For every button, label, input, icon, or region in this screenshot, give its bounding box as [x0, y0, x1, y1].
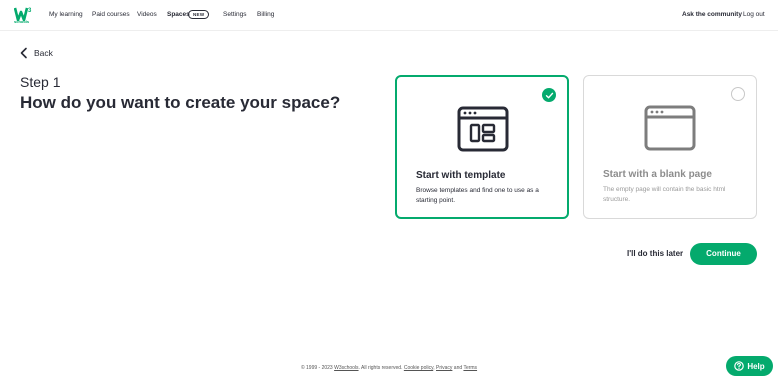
rights-text: . All rights reserved.: [358, 365, 404, 371]
logout-link[interactable]: Log out: [743, 11, 765, 18]
nav-paid-courses[interactable]: Paid courses: [92, 11, 130, 18]
nav-spaces[interactable]: Spaces: [167, 11, 190, 18]
svg-text:3: 3: [28, 8, 32, 14]
checkmark-icon: [542, 88, 556, 102]
option-blank-card[interactable]: Start with a blank page The empty page w…: [583, 75, 757, 219]
logo-wordmark: schools: [14, 19, 30, 24]
nav-my-learning[interactable]: My learning: [49, 11, 83, 18]
do-later-link[interactable]: I'll do this later: [627, 249, 683, 258]
cookie-policy-link[interactable]: Cookie policy: [404, 365, 433, 371]
nav-billing[interactable]: Billing: [257, 11, 274, 18]
footer-and: and: [452, 365, 464, 371]
nav-videos[interactable]: Videos: [137, 11, 157, 18]
terms-link[interactable]: Terms: [463, 365, 477, 371]
ask-community-link[interactable]: Ask the community: [682, 11, 742, 18]
continue-button[interactable]: Continue: [690, 243, 757, 265]
blank-page-icon: [644, 105, 696, 151]
back-button[interactable]: Back: [19, 47, 53, 59]
option-blank-title: Start with a blank page: [603, 169, 712, 180]
chevron-left-icon: [20, 47, 27, 59]
option-template-card[interactable]: Start with template Browse templates and…: [395, 75, 569, 219]
page-title: How do you want to create your space?: [20, 93, 341, 112]
top-navigation: 3 schools My learning Paid courses Video…: [0, 0, 778, 31]
step-label: Step 1: [20, 74, 61, 90]
back-label: Back: [34, 48, 53, 58]
help-button[interactable]: Help: [726, 356, 773, 376]
footer: © 1999 - 2023 W3schools. All rights rese…: [0, 365, 778, 371]
help-label: Help: [747, 361, 765, 371]
radio-unchecked-icon: [731, 87, 745, 101]
template-layout-icon: [457, 106, 509, 152]
copyright-text: © 1999 - 2023: [300, 365, 335, 371]
option-blank-description: The empty page will contain the basic ht…: [603, 186, 726, 203]
w3schools-link[interactable]: W3schools: [334, 365, 358, 371]
help-question-icon: [734, 361, 745, 371]
nav-settings[interactable]: Settings: [223, 11, 247, 18]
new-badge: NEW: [188, 10, 210, 19]
privacy-link[interactable]: Privacy: [436, 365, 452, 371]
option-template-description: Browse templates and find one to use as …: [416, 187, 539, 204]
option-template-title: Start with template: [416, 170, 506, 181]
